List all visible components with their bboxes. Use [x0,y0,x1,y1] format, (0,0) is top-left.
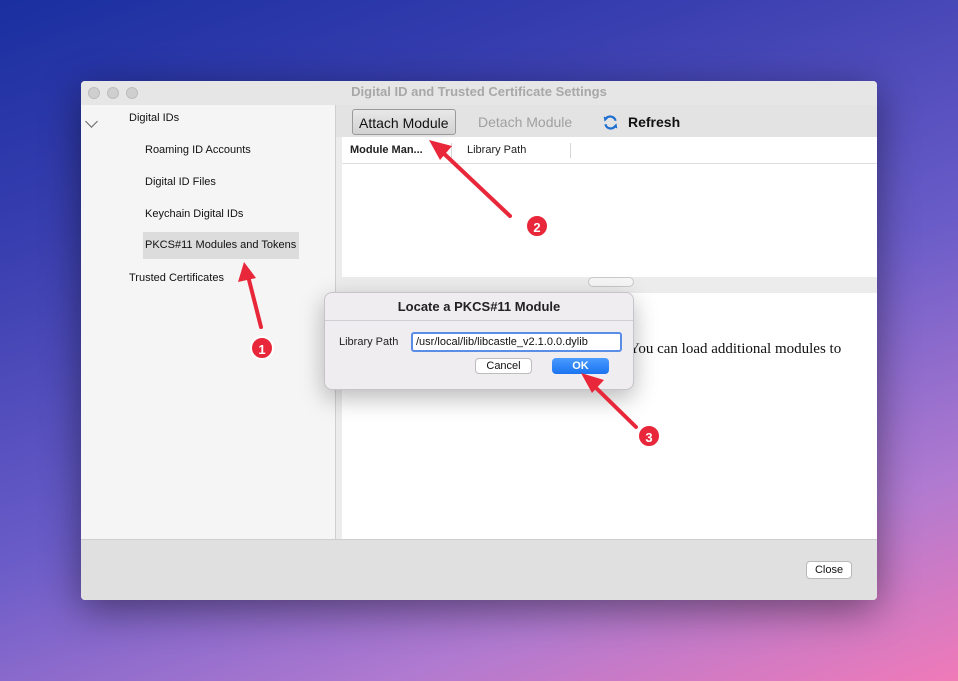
sidebar-item-pkcs11-modules[interactable]: PKCS#11 Modules and Tokens [143,232,299,259]
library-path-label: Library Path [339,336,399,348]
sidebar-item-digital-id-files[interactable]: Digital ID Files [145,176,216,188]
sidebar-item-digital-ids[interactable]: Digital IDs [129,112,179,124]
column-separator[interactable] [451,143,452,158]
footer-bar: Close [81,539,877,600]
column-header-library-path[interactable]: Library Path [467,137,526,164]
close-button[interactable]: Close [806,561,852,579]
title-bar: Digital ID and Trusted Certificate Setti… [81,81,877,106]
attach-module-button[interactable]: Attach Module [352,109,456,135]
locate-module-dialog: Locate a PKCS#11 Module Library Path /us… [324,292,634,390]
sidebar-item-trusted-certificates[interactable]: Trusted Certificates [129,272,224,284]
modules-table: Module Man... Library Path [342,137,877,277]
refresh-icon[interactable] [602,114,619,131]
detach-module-button[interactable]: Detach Module [478,109,572,135]
refresh-button[interactable]: Refresh [628,109,680,135]
chevron-down-icon[interactable] [85,115,98,128]
sidebar-item-keychain-digital-ids[interactable]: Keychain Digital IDs [145,208,243,220]
dialog-title: Locate a PKCS#11 Module [397,299,561,314]
column-separator[interactable] [570,143,571,158]
info-text: You can load additional modules to [629,341,842,357]
cancel-button[interactable]: Cancel [475,358,532,374]
library-path-input[interactable]: /usr/local/lib/libcastle_v2.1.0.0.dylib [411,332,622,352]
toolbar: Attach Module Detach Module Refresh [336,105,877,137]
annotation-badge-2: 2 [525,214,549,238]
window-title: Digital ID and Trusted Certificate Setti… [351,84,607,99]
annotation-badge-1: 1 [250,336,274,360]
dialog-divider [325,320,633,321]
sidebar-tree: Digital IDs Roaming ID Accounts Digital … [81,105,336,539]
ok-button[interactable]: OK [552,358,609,374]
splitter-handle[interactable] [588,277,634,287]
sidebar-item-roaming-id-accounts[interactable]: Roaming ID Accounts [145,144,251,156]
column-header-module-manufacturer[interactable]: Module Man... [350,137,423,164]
annotation-badge-3: 3 [637,424,661,448]
